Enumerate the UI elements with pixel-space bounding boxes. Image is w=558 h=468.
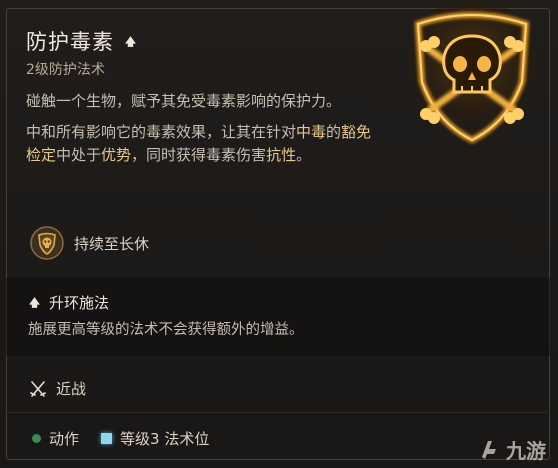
duration-label: 持续至长休 <box>74 234 150 253</box>
keyword-resistance[interactable]: 抗性 <box>266 146 296 164</box>
desc-text: 的 <box>326 123 342 141</box>
spell-level: 2级防护法术 <box>26 62 105 78</box>
range-row: 近战 <box>30 378 86 399</box>
desc-text: 中和所有影响它的毒素效果，让其在针对 <box>26 123 297 141</box>
ninegame-logo-icon <box>482 440 496 459</box>
desc-text: 。 <box>296 146 312 164</box>
spell-slot-icon <box>101 433 113 444</box>
upcast-heading: 升环施法 <box>28 292 109 313</box>
skull-shield-icon <box>30 226 64 260</box>
crossed-swords-icon <box>30 380 46 397</box>
upcast-title: 升环施法 <box>49 294 110 312</box>
keyword-poisoned[interactable]: 中毒 <box>296 123 326 141</box>
desc-text: ，同时获得毒素伤害 <box>131 146 267 164</box>
skull-crossbones-emblem-icon <box>402 2 542 144</box>
spell-tooltip: 防护毒素 2级防护法术 碰触一个生物，赋予其免受毒素影响的保护力。 中和所有影响… <box>0 0 558 468</box>
watermark-logo: 九游 <box>476 435 546 464</box>
upcast-section: 升环施法 施展更高等级的法术不会获得额外的增益。 <box>6 278 550 356</box>
action-label: 动作 <box>49 430 80 448</box>
description-paragraph-2: 中和所有影响它的毒素效果，让其在针对中毒的豁免检定中处于优势，同时获得毒素伤害抗… <box>26 121 386 167</box>
range-label: 近战 <box>56 380 87 398</box>
spell-slot-label: 等级3 法术位 <box>120 430 210 448</box>
keyword-advantage[interactable]: 优势 <box>101 146 131 164</box>
upcast-chevron-icon <box>125 35 136 47</box>
upcast-body: 施展更高等级的法术不会获得额外的增益。 <box>28 322 304 338</box>
description-paragraph-1: 碰触一个生物，赋予其免受毒素影响的保护力。 <box>26 92 342 110</box>
upcast-chevron-icon <box>29 297 40 308</box>
spell-description: 碰触一个生物，赋予其免受毒素影响的保护力。 中和所有影响它的毒素效果，让其在针对… <box>26 90 386 175</box>
action-dot-icon <box>32 434 41 443</box>
spell-name: 防护毒素 <box>26 30 114 54</box>
duration-row: 持续至长休 <box>30 226 149 260</box>
desc-text: 中处于 <box>56 146 102 164</box>
cost-row: 动作 等级3 法术位 <box>32 428 209 449</box>
watermark-text: 九游 <box>506 439 546 463</box>
divider <box>6 412 550 413</box>
tooltip-header: 防护毒素 2级防护法术 <box>26 26 137 79</box>
